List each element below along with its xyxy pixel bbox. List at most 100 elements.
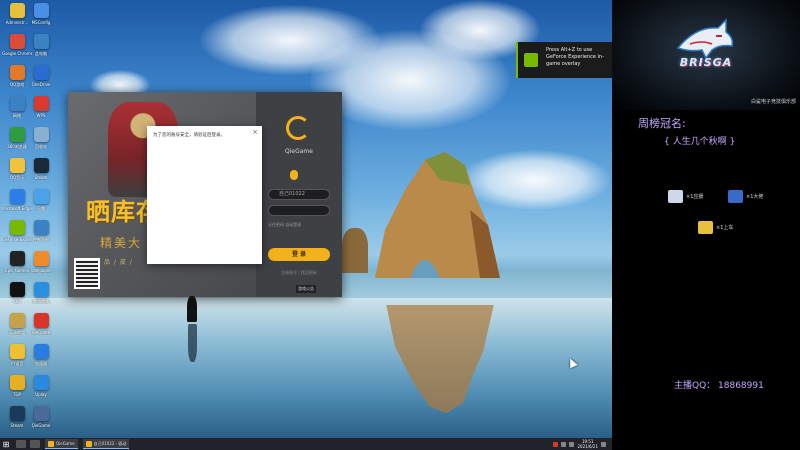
app-icon — [9, 158, 25, 173]
app-icon — [9, 3, 25, 18]
desktop-icon-label: 回收站 — [35, 144, 47, 149]
desktop-icon-label: 加速器 — [35, 361, 47, 366]
security-verify-dialog[interactable]: 为了您的账号安全，请验证后登录。 × — [147, 126, 262, 264]
gift-label: ×1应援 — [686, 194, 704, 200]
rock-arch — [375, 152, 500, 278]
app-icon — [33, 406, 49, 421]
remember-options[interactable]: 记住密码 自动登录 — [268, 222, 301, 228]
app-icon — [9, 34, 25, 49]
app-icon — [33, 65, 49, 80]
desktop-icon[interactable]: Wallpaper — [26, 251, 56, 273]
rock-reflection — [386, 305, 494, 414]
desktop-icon-label: QieGame — [31, 423, 51, 428]
club-name: 白鲨电子竞技俱乐部 — [750, 99, 796, 105]
app-icon — [9, 282, 25, 297]
notification-text: Press Alt+Z to use GeForce Experience in… — [546, 47, 604, 67]
close-icon[interactable]: × — [252, 129, 258, 136]
desktop-icon[interactable]: OneDrive — [26, 65, 56, 87]
desktop-icon[interactable]: 加速器 — [26, 344, 56, 366]
desktop-icon[interactable]: 控制面板 — [26, 220, 56, 242]
small-rock — [342, 228, 368, 273]
login-button[interactable]: 登 录 — [268, 248, 330, 261]
notice-button[interactable]: 游戏公告 — [296, 285, 316, 293]
desktop-icon[interactable]: MSConfig — [26, 3, 56, 25]
app-icon — [33, 375, 49, 390]
app-icon — [33, 96, 49, 111]
taskbar-app[interactable]: 自己01022 - 驱动 — [82, 439, 130, 449]
login-panel: QieGame 自己01022 记住密码 自动登录 登 录 注册账号 | 找回密… — [256, 92, 342, 297]
app-icon — [9, 313, 25, 328]
app-icon — [9, 65, 25, 80]
desktop: Administr... MSConfig Google Chrome 此电脑 QQ游戏… — [0, 0, 612, 438]
register-links[interactable]: 注册账号 | 找回密码 — [256, 270, 342, 276]
app-icon — [9, 96, 25, 111]
app-icon — [48, 440, 54, 447]
app-icon — [33, 251, 49, 266]
desktop-icon-label: Wallpaper — [30, 268, 51, 273]
desktop-icon[interactable]: 此电脑 — [26, 34, 56, 56]
app-icon — [9, 406, 25, 421]
gift-item: ×1大佬 — [728, 190, 763, 203]
desktop-icon-label: Steam — [34, 175, 48, 180]
app-icon — [9, 220, 25, 235]
desktop-icon-label: 控制面板 — [33, 237, 49, 242]
weekly-champion-name: { 人生几个秋啊 } — [664, 137, 736, 147]
gift-icon — [668, 190, 683, 203]
dialog-message: 为了您的账号安全，请验证后登录。 — [153, 133, 225, 138]
app-icon — [33, 344, 49, 359]
account-field[interactable]: 自己01022 — [268, 189, 330, 200]
app-icon — [9, 375, 25, 390]
desktop-icon[interactable]: Steam — [26, 158, 56, 180]
desktop-icon-label: OneDrive — [31, 82, 51, 87]
promo-subheadline: 精美大 — [100, 236, 143, 250]
desktop-icon[interactable]: 迅雷 — [26, 189, 56, 211]
beach-reflection — [0, 298, 612, 438]
gift-label: ×1大佬 — [746, 194, 764, 200]
app-icon — [33, 313, 49, 328]
promo-small-text: 品 / 皮 / — [104, 259, 133, 266]
gift-label: ×1上车 — [716, 225, 734, 231]
app-name: QieGame — [285, 148, 313, 155]
search-icon[interactable] — [16, 440, 26, 448]
shark-logo-icon — [676, 18, 734, 60]
app-icon — [33, 282, 49, 297]
app-icon — [33, 158, 49, 173]
desktop-icon-label: 腾讯视频 — [33, 299, 49, 304]
password-field[interactable] — [268, 205, 330, 216]
team-logo-text: BRISGA — [679, 56, 733, 69]
app-icon — [33, 220, 49, 235]
app-icon — [85, 440, 92, 447]
task-view-icon[interactable] — [30, 440, 40, 448]
screen: Administr... MSConfig Google Chrome 此电脑 QQ游戏… — [0, 0, 800, 450]
qr-code — [74, 258, 100, 289]
nvidia-logo-icon — [524, 53, 538, 67]
geforce-overlay-notification[interactable]: Press Alt+Z to use GeForce Experience in… — [516, 42, 612, 78]
system-tray: 19:51 2021/6/21 — [553, 439, 612, 449]
desktop-icon[interactable]: 腾讯视频 — [26, 282, 56, 304]
app-icon — [9, 251, 25, 266]
desktop-icon[interactable]: Uplay — [26, 375, 56, 397]
taskbar-app[interactable]: QieGame — [45, 439, 78, 449]
desktop-icon[interactable]: WPS — [26, 96, 56, 118]
notification-center-icon[interactable] — [601, 441, 606, 447]
desktop-icon-label: WeGame — [31, 330, 51, 335]
app-icon — [33, 189, 49, 204]
tray-app-icon[interactable] — [553, 441, 559, 447]
desktop-icon[interactable]: WeGame — [26, 313, 56, 335]
clock[interactable]: 19:51 2021/6/21 — [577, 439, 598, 449]
volume-icon[interactable] — [569, 441, 575, 447]
desktop-icon[interactable]: 回收站 — [26, 127, 56, 149]
taskbar: ⊞ QieGame 自己01022 - 驱动 19:51 2021/6/21 — [0, 438, 612, 450]
desktop-icon-label: 此电脑 — [35, 51, 47, 56]
gift-icon — [698, 221, 713, 234]
person-silhouette — [187, 296, 197, 322]
desktop-icon[interactable]: QieGame — [26, 406, 56, 428]
taskbar-app-label: 自己01022 - 驱动 — [93, 440, 127, 446]
person-reflection — [188, 324, 197, 362]
network-icon[interactable] — [561, 441, 567, 447]
gift-item: ×1上车 — [698, 221, 733, 234]
clock-date: 2021/6/21 — [577, 444, 598, 449]
app-icon — [33, 127, 49, 142]
desktop-icon-label: 迅雷 — [37, 206, 45, 211]
start-button[interactable]: ⊞ — [0, 438, 12, 450]
